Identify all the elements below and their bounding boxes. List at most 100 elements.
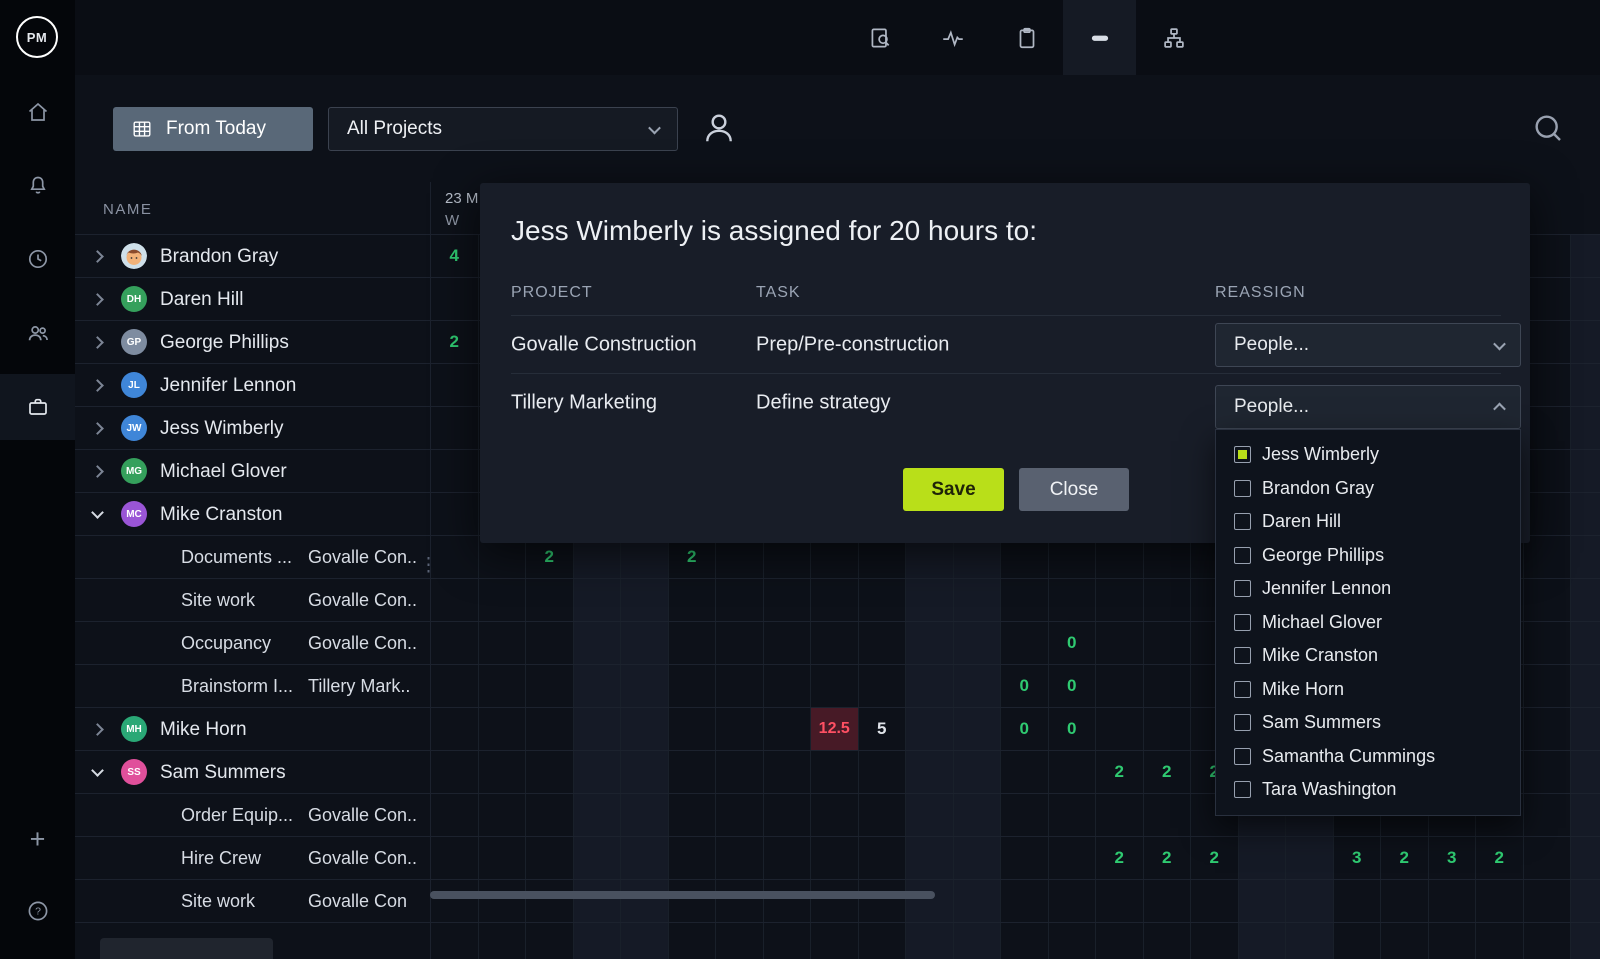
person-row[interactable]: GPGeorge Phillips [75,321,430,364]
team-icon[interactable] [0,300,75,366]
grid-cell[interactable] [1001,622,1049,664]
grid-cell[interactable] [811,751,859,793]
grid-cell[interactable] [859,622,907,664]
grid-cell[interactable] [1524,880,1572,922]
grid-cell[interactable]: 2 [1096,837,1144,879]
grid-cell[interactable] [431,450,479,492]
grid-cell[interactable] [1096,708,1144,750]
grid-cell[interactable] [431,708,479,750]
grid-cell[interactable] [1571,450,1600,492]
checkbox-icon[interactable] [1234,580,1251,597]
grid-cell[interactable] [954,794,1002,836]
grid-cell[interactable] [954,880,1002,922]
grid-cell[interactable] [716,579,764,621]
grid-cell[interactable] [1334,880,1382,922]
grid-cell[interactable] [906,794,954,836]
grid-cell[interactable] [1571,751,1600,793]
people-option[interactable]: Sam Summers [1216,706,1520,740]
grid-cell[interactable] [859,794,907,836]
grid-cell[interactable] [1381,923,1429,959]
task-row[interactable]: Brainstorm I...Tillery Mark.. [75,665,430,708]
grid-cell[interactable] [906,880,954,922]
grid-cell[interactable] [1286,880,1334,922]
person-row[interactable]: MCMike Cranston [75,493,430,536]
grid-cell[interactable] [1571,622,1600,664]
grid-cell[interactable] [621,708,669,750]
grid-cell[interactable] [431,923,479,959]
chevron-down-icon[interactable] [91,508,105,522]
grid-cell[interactable] [431,751,479,793]
from-today-button[interactable]: From Today [113,107,313,151]
task-row[interactable]: Site workGovalle Con.. [75,579,430,622]
grid-cell[interactable] [669,708,717,750]
grid-cell[interactable] [1571,665,1600,707]
grid-cell[interactable] [716,708,764,750]
people-option[interactable]: Samantha Cummings [1216,740,1520,774]
grid-cell[interactable]: 2 [1096,751,1144,793]
grid-cell[interactable] [574,665,622,707]
grid-cell[interactable] [574,794,622,836]
grid-cell[interactable] [1571,794,1600,836]
grid-cell[interactable] [764,579,812,621]
grid-cell[interactable]: 5 [859,708,907,750]
grid-cell[interactable] [954,923,1002,959]
grid-cell[interactable] [1571,278,1600,320]
grid-cell[interactable] [574,837,622,879]
grid-cell[interactable] [479,837,527,879]
grid-cell[interactable] [1334,923,1382,959]
person-row[interactable]: JLJennifer Lennon [75,364,430,407]
grid-cell[interactable] [1524,708,1572,750]
grid-cell[interactable] [764,665,812,707]
grid-cell[interactable] [1049,880,1097,922]
grid-cell[interactable] [1239,880,1287,922]
grid-cell[interactable]: 2 [1144,751,1192,793]
grid-cell[interactable] [906,622,954,664]
grid-cell[interactable] [669,665,717,707]
grid-cell[interactable] [621,794,669,836]
people-option[interactable]: Jess Wimberly [1216,438,1520,472]
grid-cell[interactable] [1524,321,1572,363]
grid-cell[interactable] [811,579,859,621]
grid-cell[interactable] [811,665,859,707]
grid-cell[interactable] [906,665,954,707]
people-option[interactable]: Michael Glover [1216,606,1520,640]
clipboard-icon[interactable] [990,0,1063,75]
grid-cell[interactable] [431,837,479,879]
grid-cell[interactable] [574,751,622,793]
grid-cell[interactable] [1571,837,1600,879]
grid-cell[interactable] [479,923,527,959]
grid-cell[interactable] [669,579,717,621]
grid-cell[interactable] [431,407,479,449]
grid-cell[interactable] [669,794,717,836]
grid-cell[interactable] [669,837,717,879]
grid-cell[interactable] [1096,622,1144,664]
grid-cell[interactable]: 0 [1049,708,1097,750]
grid-cell[interactable] [1144,794,1192,836]
grid-cell[interactable] [479,794,527,836]
grid-cell[interactable] [1049,837,1097,879]
grid-cell[interactable] [1144,708,1192,750]
grid-cell[interactable] [574,880,622,922]
add-plus-icon[interactable]: + [0,806,75,872]
grid-cell[interactable] [1049,794,1097,836]
grid-cell[interactable] [811,923,859,959]
grid-cell[interactable] [1429,923,1477,959]
sitemap-icon[interactable] [1137,0,1210,75]
grid-cell[interactable] [1096,665,1144,707]
grid-cell[interactable] [859,880,907,922]
close-button[interactable]: Close [1019,468,1129,511]
activity-pulse-icon[interactable] [916,0,989,75]
grid-cell[interactable] [764,794,812,836]
checkbox-icon[interactable] [1234,681,1251,698]
grid-cell[interactable] [1524,364,1572,406]
grid-cell[interactable] [1001,837,1049,879]
chevron-right-icon[interactable] [91,723,105,737]
grid-cell[interactable] [431,493,479,535]
grid-cell[interactable] [431,622,479,664]
people-option[interactable]: Mike Horn [1216,673,1520,707]
grid-cell[interactable] [1191,880,1239,922]
grid-cell[interactable] [906,708,954,750]
grid-cell[interactable] [479,579,527,621]
task-row[interactable]: Hire CrewGovalle Con.. [75,837,430,880]
grid-cell[interactable] [1001,923,1049,959]
